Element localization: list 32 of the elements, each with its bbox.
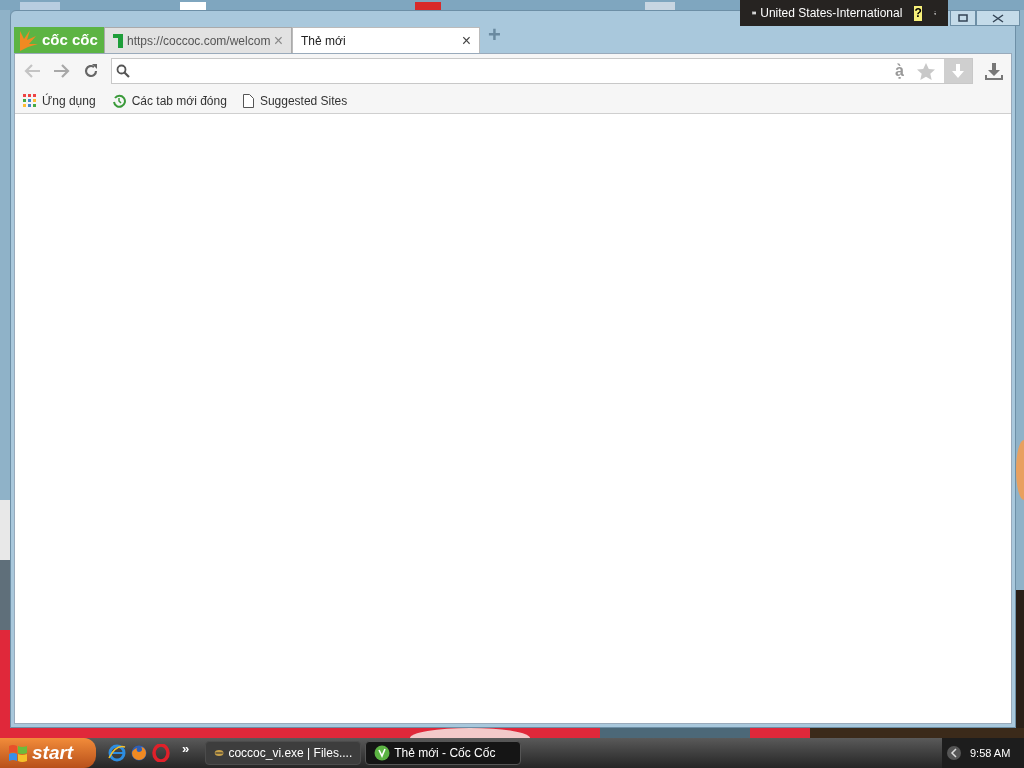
windows-logo-icon <box>8 744 28 762</box>
clock: 9:58 AM <box>970 745 1011 761</box>
apps-grid-icon <box>23 94 36 107</box>
close-icon <box>992 13 1004 23</box>
bookmark[interactable]: Các tab mới đóng <box>111 91 227 110</box>
logo-text: cốc cốc <box>42 29 98 50</box>
search-icon <box>116 64 130 78</box>
browser-tab[interactable]: Thẻ mới × <box>292 27 480 53</box>
tab-close-button[interactable]: × <box>461 28 471 53</box>
tab-title: Thẻ mới <box>301 32 347 50</box>
internet-explorer-icon[interactable] <box>108 744 126 762</box>
close-button[interactable] <box>976 10 1020 26</box>
bookmark[interactable]: Suggested Sites <box>242 91 348 110</box>
browser-tab[interactable]: https://coccoc.com/welcom × <box>104 27 292 53</box>
tab-title: https://coccoc.com/welcom <box>127 32 270 50</box>
download-icon[interactable] <box>985 62 1003 80</box>
more-button[interactable]: » <box>182 739 190 759</box>
opera-icon[interactable] <box>152 744 170 762</box>
maximize-button[interactable] <box>950 10 976 26</box>
maximize-icon <box>958 14 968 22</box>
taskbar-button[interactable]: Thẻ mới - Cốc Cốc <box>365 741 522 765</box>
arrow-down-icon <box>951 63 965 79</box>
history-icon <box>111 93 126 108</box>
keyboard-icon[interactable] <box>752 8 757 18</box>
reload-icon[interactable] <box>83 63 99 79</box>
chevron-left-icon[interactable] <box>946 745 962 761</box>
star-icon[interactable] <box>916 61 936 81</box>
coccoc-logo-icon <box>374 745 391 761</box>
bookmark[interactable]: Ứng dụng <box>23 91 96 110</box>
taskbar-button[interactable]: coccoc_vi.exe | Files.... <box>205 741 362 765</box>
firefox-icon[interactable] <box>130 744 148 762</box>
coccoc-logo-icon <box>18 29 38 51</box>
